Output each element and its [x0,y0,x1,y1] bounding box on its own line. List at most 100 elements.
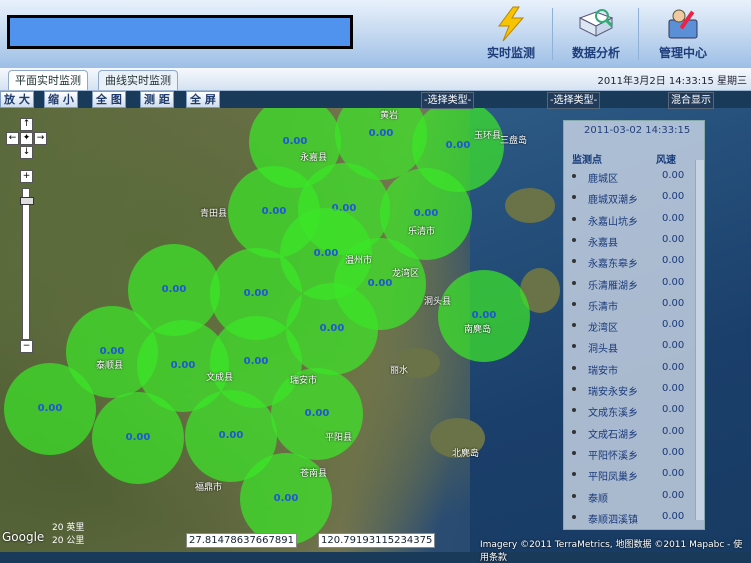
display-mode-select[interactable]: 混合显示 [668,92,714,109]
island [505,188,555,223]
station-name: 永嘉东皋乡 [588,259,638,271]
zoom-out-button[interactable]: 缩 小 [44,91,78,108]
station-row[interactable]: 瑞安市 0.00 [572,359,696,380]
station-name: 文成石湖乡 [588,429,638,441]
station-value: 0.00 [662,191,685,203]
nav-separator [552,8,553,60]
type-select-1[interactable]: -选择类型- [421,92,475,109]
place-label: 温州市 [345,256,373,266]
pan-up-button[interactable]: ↑ [20,118,33,131]
station-row[interactable]: 瑞安永安乡 0.00 [572,380,696,401]
station-row[interactable]: 平阳凤巢乡 0.00 [572,465,696,486]
bullet-icon [572,429,576,434]
station-row[interactable]: 文成石湖乡 0.00 [572,423,696,444]
station-name: 泰顺 [588,493,608,505]
header-station: 监测点 [572,155,602,166]
station-name: 永嘉县 [588,237,618,249]
header-value: 风速 [656,155,676,166]
station-row[interactable]: 乐清市 0.00 [572,295,696,316]
nav-separator [638,8,639,60]
place-label: 福鼎市 [195,483,223,493]
station-name: 永嘉山坑乡 [588,216,638,228]
zoom-minus-button[interactable]: − [20,340,33,353]
nav-data-analysis[interactable]: 数据分析 [559,2,633,66]
panel-scrollbar[interactable] [695,160,704,520]
place-label: 文成县 [206,373,234,383]
bullet-icon [572,493,576,498]
station-value: 0.00 [662,319,685,331]
station-row[interactable]: 鹿城区 0.00 [572,167,696,188]
station-row[interactable]: 永嘉山坑乡 0.00 [572,210,696,231]
tab-plane-monitor[interactable]: 平面实时监测 [8,70,88,90]
bullet-icon [572,259,576,264]
station-name: 龙湾区 [588,323,618,335]
station-row[interactable]: 洞头县 0.00 [572,337,696,358]
place-label: 丽水 [390,366,409,376]
zoom-slider[interactable] [20,188,34,340]
bullet-icon [572,387,576,391]
station-row[interactable]: 泰顺泗溪镇 0.00 [572,508,696,529]
station-name: 文成东溪乡 [588,408,638,420]
station-value: 0.00 [662,383,685,394]
place-label: 洞头县 [424,297,452,307]
map-scale: 20 英里 20 公里 [52,520,84,546]
tab-curve-monitor[interactable]: 曲线实时监测 [98,70,178,90]
header-bar: 实时监测 数据分析 管理中心 [0,0,751,68]
google-logo[interactable]: Google [2,530,44,544]
station-circle[interactable]: 0.00 [438,270,530,362]
station-circle[interactable]: 0.00 [92,392,184,484]
nav-management-center[interactable]: 管理中心 [646,2,720,66]
place-label: 三盘岛 [500,136,528,146]
place-label: 泰顺县 [96,361,124,371]
bullet-icon [572,301,576,306]
panel-timestamp: 2011-03-02 14:33:15 [584,125,691,136]
place-label: 永嘉县 [300,153,328,163]
station-row[interactable]: 平阳怀溪乡 0.00 [572,444,696,465]
station-row[interactable]: 龙湾区 0.00 [572,316,696,337]
bullet-icon [572,216,576,221]
map-zoom-control: ↑ ← ✦ → ↓ + − [4,118,47,358]
bullet-icon [572,323,576,328]
pan-right-button[interactable]: → [34,132,47,145]
type-select-2[interactable]: -选择类型- [547,92,601,109]
zoom-plus-button[interactable]: + [20,170,33,183]
station-circle[interactable]: 0.00 [4,363,96,455]
station-row[interactable]: 鹿城双潮乡 0.00 [572,188,696,209]
pan-left-button[interactable]: ← [6,132,19,145]
map-toolbar: 放 大 缩 小 全 图 测 距 全 屏 [0,91,230,108]
station-row[interactable]: 永嘉县 0.00 [572,231,696,252]
station-value: 0.00 [662,233,685,245]
lightning-icon [498,6,525,42]
place-label: 龙湾区 [392,269,420,279]
station-value: 0.00 [662,489,685,501]
station-row[interactable]: 文成东溪乡 0.00 [572,401,696,422]
map-credit[interactable]: Imagery ©2011 TerraMetrics, 地图数据 ©2011 M… [480,537,751,563]
place-label: 玉环县 [474,131,502,141]
pan-down-button[interactable]: ↓ [20,146,33,159]
station-value: 0.00 [662,510,685,522]
station-value: 0.00 [662,212,685,224]
zoom-slider-thumb[interactable] [20,197,34,205]
fullscreen-button[interactable]: 全 屏 [186,91,220,108]
full-map-button[interactable]: 全 图 [92,91,126,108]
magnifier-book-icon [578,9,614,37]
station-row[interactable]: 永嘉东皋乡 0.00 [572,252,696,273]
scale-km: 20 公里 [52,536,85,546]
nav-realtime-monitor[interactable]: 实时监测 [474,2,548,66]
station-value: 0.00 [662,404,685,416]
bullet-icon [572,450,576,455]
station-row[interactable]: 乐清雁湖乡 0.00 [572,274,696,295]
place-label: 北麂岛 [452,449,480,459]
longitude-readout: 120.79193115234375 [318,533,436,548]
place-label: 瑞安市 [290,376,318,386]
measure-distance-button[interactable]: 测 距 [140,91,174,108]
station-row[interactable]: 泰顺 0.00 [572,487,696,508]
place-label: 南麂岛 [464,325,492,335]
station-name: 瑞安永安乡 [588,387,638,398]
bullet-icon [572,472,576,477]
place-label: 黄岩 [380,111,399,121]
station-name: 平阳凤巢乡 [588,472,638,484]
pan-center-button[interactable]: ✦ [20,132,33,145]
zoom-in-button[interactable]: 放 大 [0,91,34,108]
place-label: 乐清市 [408,227,436,237]
